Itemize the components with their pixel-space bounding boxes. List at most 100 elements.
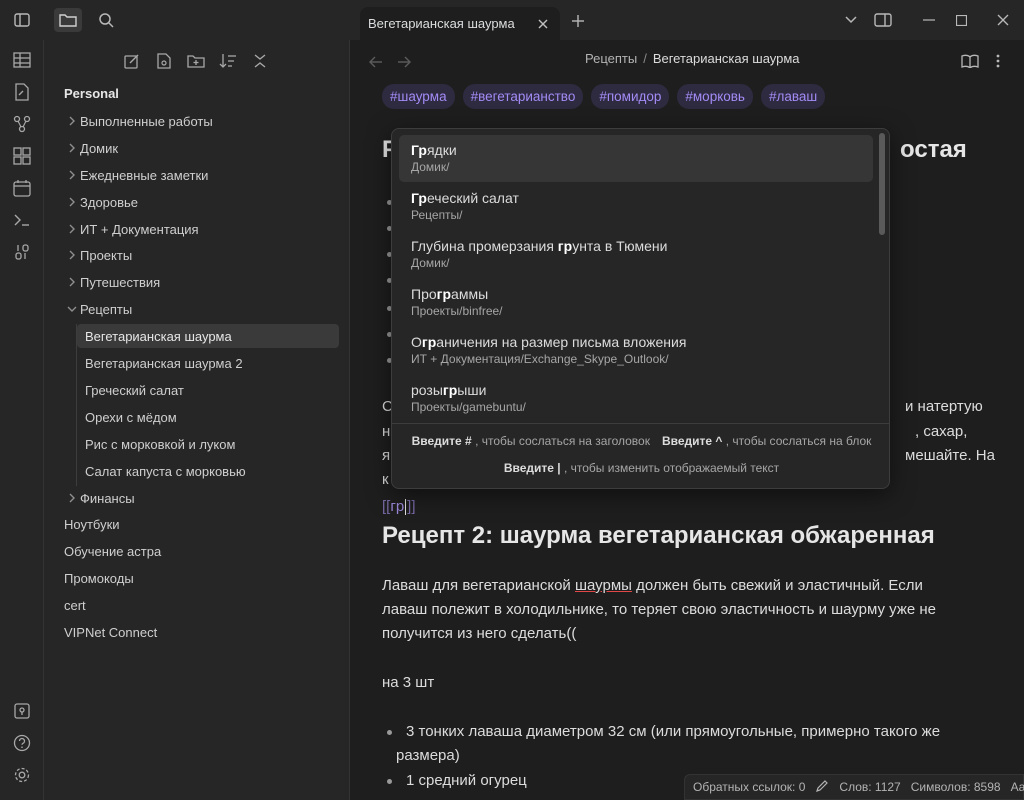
vault-name[interactable]: Personal [64, 86, 119, 101]
gear-icon[interactable] [10, 763, 34, 787]
suggestion-item[interactable]: Греческий салат Рецепты/ [399, 183, 873, 230]
heading-1-end: остая [900, 136, 967, 163]
title-bar: Вегетарианская шаурма [0, 0, 1024, 40]
edit-mode-icon[interactable] [815, 779, 829, 796]
folder-item-travel[interactable]: Путешествия [64, 270, 340, 294]
file-item-rice-carrot[interactable]: Рис с морковкой и луком [77, 432, 339, 456]
folder-item-daily-notes[interactable]: Ежедневные заметки [64, 163, 340, 187]
close-icon[interactable] [534, 15, 552, 33]
breadcrumb-current[interactable]: Вегетарианская шаурма [653, 51, 800, 66]
tab-current-note[interactable]: Вегетарианская шаурма [360, 7, 560, 40]
right-sidebar-toggle-icon[interactable] [868, 8, 898, 32]
forward-arrow-icon[interactable] [394, 52, 414, 72]
status-bar: Обратных ссылок: 0 Слов: 1127 Символов: … [684, 774, 1024, 800]
file-item-nuts-honey[interactable]: Орехи с мёдом [77, 405, 339, 429]
suggestion-item[interactable]: Глубина промерзания грунта в Тюмени Доми… [399, 231, 873, 278]
tag-lavash[interactable]: #лаваш [760, 84, 826, 109]
folder-item-health[interactable]: Здоровье [64, 190, 340, 214]
backlinks-count[interactable]: Обратных ссылок: 0 [693, 780, 805, 794]
collapse-all-icon[interactable] [248, 51, 272, 71]
chevron-right-icon [64, 113, 80, 129]
new-folder-icon[interactable] [184, 51, 208, 71]
chevron-down-icon[interactable] [836, 8, 866, 32]
file-item-vegetarian-shawarma-2[interactable]: Вегетарианская шаурма 2 [77, 351, 339, 375]
folder-item-projects[interactable]: Проекты [64, 243, 340, 267]
scrollbar-thumb[interactable] [879, 133, 885, 235]
chevron-right-icon [64, 274, 80, 290]
wikilink-input[interactable]: [[гр]] [382, 498, 416, 516]
file-explorer: Personal Выполненные работы Домик Ежедне… [44, 40, 350, 800]
sidebar-toggle-icon[interactable] [8, 8, 36, 32]
new-drawing-icon[interactable] [152, 51, 176, 71]
file-item-vegetarian-shawarma[interactable]: Вегетарианская шаурма [77, 324, 339, 348]
suggestion-text: еческий салат [426, 190, 519, 206]
suggestion-text: аничения на размер письма вложения [436, 334, 687, 350]
word-count: Слов: 1127 [839, 780, 901, 794]
graph-icon[interactable] [10, 112, 34, 136]
hint-text: , чтобы сослаться на блок [725, 434, 872, 448]
file-item-notebooks[interactable]: Ноутбуки [64, 512, 340, 536]
ribbon [0, 40, 44, 800]
terminal-icon[interactable] [10, 208, 34, 232]
new-note-icon[interactable] [120, 51, 144, 71]
minimize-icon[interactable] [914, 8, 944, 32]
file-label: Рис с морковкой и луком [85, 436, 236, 452]
search-icon[interactable] [92, 8, 120, 32]
link-suggestion-popup: Грядки Домик/ Греческий салат Рецепты/ Г… [391, 128, 890, 489]
hint-alias: Введите | , чтобы изменить отображаемый … [504, 461, 779, 475]
folder-item-finance[interactable]: Финансы [64, 486, 340, 510]
back-arrow-icon[interactable] [366, 52, 386, 72]
binary-icon[interactable] [10, 240, 34, 264]
breadcrumb-parent[interactable]: Рецепты [585, 51, 637, 66]
calendar-icon[interactable] [10, 176, 34, 200]
suggestion-text: ядки [426, 142, 457, 158]
suggestion-text: Про [411, 286, 437, 302]
suggestion-item[interactable]: розыгрыши Проекты/gamebuntu/ [399, 375, 873, 422]
file-item-promocodes[interactable]: Промокоды [64, 566, 340, 590]
suggestion-text: О [411, 334, 422, 350]
help-icon[interactable] [10, 731, 34, 755]
file-item-astra-training[interactable]: Обучение астра [64, 539, 340, 563]
table-icon[interactable] [10, 48, 34, 72]
file-label: Ноутбуки [64, 516, 120, 532]
tag-vegetarian[interactable]: #вегетарианство [462, 84, 584, 109]
tag-carrot[interactable]: #морковь [677, 84, 753, 109]
folder-icon[interactable] [54, 8, 82, 32]
folder-item-home[interactable]: Домик [64, 136, 340, 160]
misspelled-word[interactable]: шаурмы [575, 577, 632, 594]
reading-view-icon[interactable] [959, 50, 981, 72]
suggestion-hints: Введите # , чтобы сослаться на заголовок… [392, 423, 889, 488]
file-item-cabbage-salad[interactable]: Салат капуста с морковью [77, 459, 339, 483]
file-item-vipnet[interactable]: VIPNet Connect [64, 620, 340, 644]
folder-item-it-docs[interactable]: ИТ + Документация [64, 217, 340, 241]
file-link-icon[interactable] [10, 80, 34, 104]
canvas-icon[interactable] [10, 144, 34, 168]
paragraph-servings: на 3 шт [382, 674, 435, 691]
suggestion-text: аммы [451, 286, 489, 302]
suggestion-item[interactable]: Грядки Домик/ [399, 135, 873, 182]
file-item-cert[interactable]: cert [64, 593, 340, 617]
suggestion-item[interactable]: Ограничения на размер письма вложения ИТ… [399, 327, 873, 374]
breadcrumb: Рецепты / Вегетарианская шаурма [585, 51, 800, 66]
suggestion-item[interactable]: Программы Проекты/binfree/ [399, 279, 873, 326]
tag-tomato[interactable]: #помидор [591, 84, 670, 109]
heading-recipe-2: Рецепт 2: шаурма вегетарианская обжаренн… [382, 522, 935, 549]
para-line-start: н [382, 423, 391, 440]
more-options-icon[interactable] [987, 50, 1009, 72]
file-item-greek-salad[interactable]: Греческий салат [77, 378, 339, 402]
vault-switch-icon[interactable] [10, 699, 34, 723]
language-indicator[interactable]: Aa [1011, 780, 1024, 794]
folder-item-recipes[interactable]: Рецепты [64, 297, 340, 321]
suggestion-text: розы [411, 382, 443, 398]
close-window-icon[interactable] [988, 8, 1018, 32]
sort-icon[interactable] [216, 51, 240, 71]
tag-shawarma[interactable]: #шаурма [382, 84, 455, 109]
new-tab-icon[interactable] [566, 10, 590, 32]
folder-label: Выполненные работы [80, 113, 213, 129]
maximize-icon[interactable] [946, 8, 976, 32]
file-label: Вегетарианская шаурма [85, 328, 232, 344]
text-line: размера) [396, 747, 460, 764]
suggestion-path: ИТ + Документация/Exchange_Skype_Outlook… [411, 352, 669, 366]
para-line-end: мешайте. На [905, 447, 995, 464]
folder-item-completed-work[interactable]: Выполненные работы [64, 109, 340, 133]
